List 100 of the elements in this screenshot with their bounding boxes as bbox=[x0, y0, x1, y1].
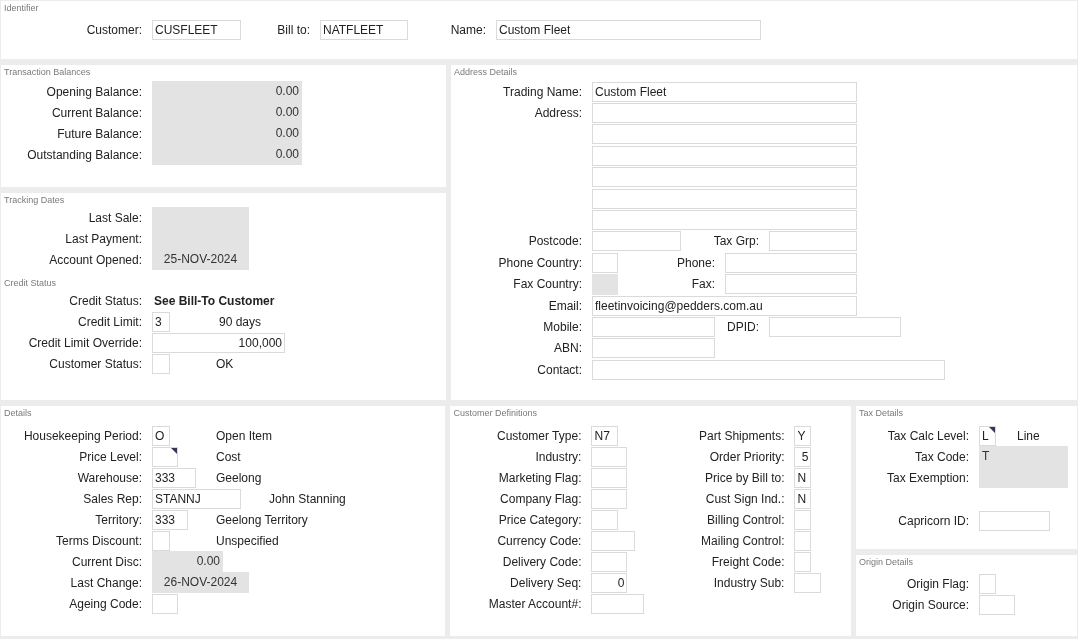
input-field[interactable] bbox=[794, 509, 812, 530]
input-field[interactable]: Custom Fleet bbox=[592, 81, 857, 102]
readonly-field: 25-NOV-2024 bbox=[152, 249, 249, 270]
input-field[interactable] bbox=[794, 551, 812, 572]
field-label: Name: bbox=[450, 22, 486, 37]
field-label: Last Payment: bbox=[65, 231, 142, 246]
field-label: Order Priority: bbox=[709, 449, 785, 464]
section-title: Origin Details bbox=[858, 556, 915, 568]
input-field[interactable] bbox=[592, 124, 857, 145]
input-field[interactable] bbox=[592, 359, 945, 380]
field-label: Origin Source: bbox=[892, 597, 969, 612]
field-label: Last Sale: bbox=[88, 210, 142, 225]
input-field[interactable]: N bbox=[794, 467, 812, 488]
input-field[interactable]: fleetinvoicing@pedders.com.au bbox=[592, 295, 857, 316]
field-label: Phone Country: bbox=[498, 255, 582, 270]
section-title: Credit Status bbox=[3, 277, 58, 289]
field-label: Mailing Control: bbox=[701, 533, 785, 548]
input-field[interactable]: 100,000 bbox=[152, 332, 285, 353]
input-field[interactable]: O bbox=[152, 425, 170, 446]
field-label: Contact: bbox=[537, 362, 582, 377]
description-text: Unspecified bbox=[216, 533, 279, 548]
field-label: Outstanding Balance: bbox=[27, 147, 142, 162]
input-field[interactable] bbox=[152, 530, 170, 551]
input-field[interactable] bbox=[769, 231, 857, 252]
input-field[interactable] bbox=[725, 252, 857, 273]
input-field[interactable] bbox=[592, 188, 857, 209]
input-field[interactable]: NATFLEET bbox=[320, 19, 408, 40]
description-text: Open Item bbox=[216, 428, 273, 443]
input-field[interactable]: Y bbox=[794, 425, 812, 446]
field-label: Origin Flag: bbox=[906, 576, 969, 591]
input-field[interactable] bbox=[794, 572, 822, 593]
input-field[interactable] bbox=[591, 446, 628, 467]
input-field[interactable]: 333 bbox=[152, 467, 196, 488]
readonly-field: 26-NOV-2024 bbox=[152, 572, 249, 593]
input-field[interactable]: 5 bbox=[794, 446, 812, 467]
field-label: Industry: bbox=[535, 449, 582, 464]
field-label: Tax Calc Level: bbox=[887, 428, 969, 443]
field-label: Phone: bbox=[676, 255, 715, 270]
field-label: DPID: bbox=[727, 320, 759, 334]
dropdown-field[interactable]: L bbox=[979, 425, 996, 446]
input-field[interactable] bbox=[591, 530, 636, 551]
field-label: ABN: bbox=[554, 341, 582, 356]
field-label: Last Change: bbox=[70, 575, 142, 590]
field-label: Address: bbox=[534, 106, 582, 121]
input-field[interactable] bbox=[979, 573, 996, 594]
field-label: Account Opened: bbox=[49, 252, 142, 267]
input-field[interactable] bbox=[592, 252, 618, 273]
field-label: Fax Country: bbox=[513, 277, 582, 292]
description-text: See Bill-To Customer bbox=[154, 293, 275, 308]
field-label: Warehouse: bbox=[77, 470, 142, 485]
field-label: Delivery Code: bbox=[502, 554, 582, 569]
input-field[interactable]: N bbox=[794, 488, 812, 509]
input-field[interactable] bbox=[592, 145, 857, 166]
input-field[interactable] bbox=[725, 274, 857, 295]
input-field[interactable] bbox=[979, 594, 1015, 615]
input-field[interactable] bbox=[979, 510, 1050, 531]
description-text: Line bbox=[1017, 428, 1040, 443]
input-field[interactable] bbox=[592, 167, 857, 188]
field-label: Postcode: bbox=[528, 234, 582, 249]
section-title: Address Details bbox=[453, 66, 519, 78]
field-label: Credit Limit: bbox=[78, 314, 142, 329]
section-title: Transaction Balances bbox=[3, 66, 92, 78]
input-field[interactable] bbox=[592, 210, 857, 231]
corner-triangle-icon bbox=[171, 447, 177, 454]
input-field[interactable] bbox=[592, 231, 681, 252]
input-field[interactable]: CUSFLEET bbox=[152, 19, 241, 40]
input-field[interactable]: 0 bbox=[591, 572, 628, 593]
description-text: Cost bbox=[216, 449, 241, 464]
description-text: Geelong bbox=[216, 470, 262, 485]
input-field[interactable]: STANNJ bbox=[152, 488, 241, 509]
field-label: Current Disc: bbox=[72, 554, 142, 569]
description-text: John Stanning bbox=[269, 491, 346, 506]
field-label: Customer Status: bbox=[49, 356, 142, 371]
input-field[interactable] bbox=[152, 593, 178, 614]
readonly-field: 0.00 bbox=[152, 81, 302, 102]
section-title: Details bbox=[3, 407, 33, 419]
input-field[interactable]: 3 bbox=[152, 311, 170, 332]
field-label: Housekeeping Period: bbox=[23, 428, 142, 443]
input-field[interactable] bbox=[592, 338, 715, 359]
input-field[interactable] bbox=[591, 593, 645, 614]
input-field[interactable] bbox=[591, 488, 628, 509]
input-field[interactable] bbox=[769, 317, 901, 337]
input-field[interactable]: 333 bbox=[152, 509, 188, 530]
field-label: Current Balance: bbox=[51, 105, 142, 120]
input-field[interactable]: Custom Fleet bbox=[496, 19, 761, 40]
field-label: Trading Name: bbox=[503, 84, 582, 99]
input-field[interactable] bbox=[591, 551, 628, 572]
input-field[interactable]: N7 bbox=[591, 425, 619, 446]
input-field[interactable] bbox=[794, 530, 812, 551]
input-field[interactable] bbox=[591, 467, 628, 488]
field-label: Part Shipments: bbox=[699, 428, 785, 443]
input-field[interactable] bbox=[152, 353, 170, 374]
field-label: Company Flag: bbox=[500, 491, 582, 506]
field-label: Sales Rep: bbox=[83, 491, 142, 506]
dropdown-field[interactable] bbox=[152, 446, 178, 467]
field-label: Credit Limit Override: bbox=[28, 335, 142, 350]
input-field[interactable] bbox=[591, 509, 619, 530]
field-label: Bill to: bbox=[277, 22, 310, 37]
input-field[interactable] bbox=[592, 103, 857, 124]
input-field[interactable] bbox=[592, 317, 715, 337]
